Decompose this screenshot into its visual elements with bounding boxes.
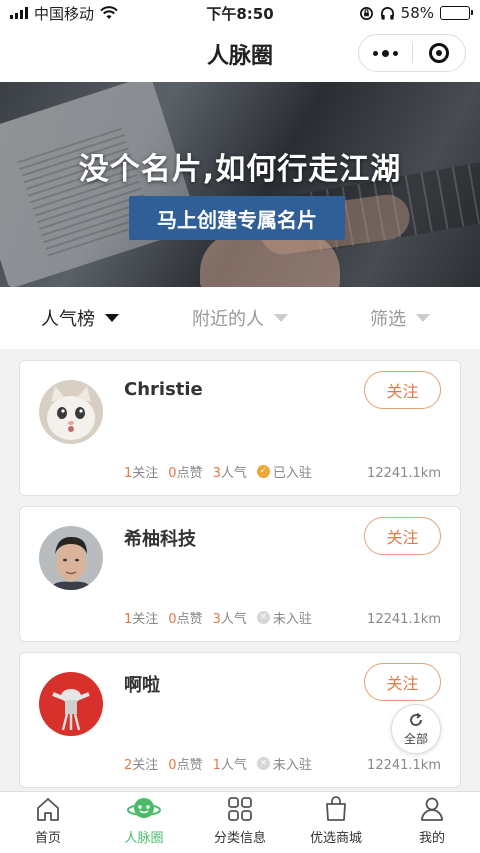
popularity-count: 3 [212,612,221,627]
signal-icon [10,7,28,19]
grid-icon [228,797,252,821]
filter-label: 筛选 [370,309,406,330]
follow-button[interactable]: 关注 [364,371,441,409]
tab-mall[interactable]: 优选商城 [288,792,384,853]
more-button[interactable] [359,35,412,71]
dropdown-triangle-icon [274,314,288,322]
tab-network[interactable]: 人脉圈 [96,792,192,853]
follow-button[interactable]: 关注 [364,517,441,555]
filter-bar: 人气榜 附近的人 筛选 [0,287,480,349]
likes-count: 0 [168,612,177,627]
status-badge: × 未入驻 [256,754,312,773]
show-all-label: 全部 [403,731,428,746]
promo-banner[interactable]: 没个名片,如何行走江湖 马上创建专属名片 [0,82,480,287]
status-bar: 中国移动 下午8:50 58% [0,0,480,26]
follow-button[interactable]: 关注 [364,663,441,701]
popularity-count: 1 [212,758,221,773]
tab-categories[interactable]: 分类信息 [192,792,288,853]
bag-icon [326,796,346,821]
contact-stats: 2关注 0点赞 1人气 × 未入驻 [124,754,312,773]
tab-label: 人脉圈 [124,831,164,846]
filter-label: 人气榜 [41,309,95,330]
tab-label: 优选商城 [309,831,362,846]
check-icon: ✓ [256,465,270,478]
carrier-label: 中国移动 [34,4,95,23]
filter-popularity[interactable]: 人气榜 [0,305,160,331]
banner-headline: 没个名片,如何行走江湖 [78,152,402,187]
rotation-lock-icon [359,6,373,20]
show-all-button[interactable]: 全部 [391,704,441,754]
create-card-button[interactable]: 马上创建专属名片 [129,196,345,240]
title-bar: 人脉圈 [0,26,480,82]
likes-count: 0 [168,758,177,773]
tab-label: 首页 [34,831,61,846]
target-icon [428,43,449,63]
popularity-count: 3 [212,466,221,481]
tab-label: 分类信息 [213,831,266,846]
contact-stats: 1关注 0点赞 3人气 ✓ 已入驻 [124,462,312,481]
headphones-icon [380,6,394,20]
list-item[interactable]: Christie 关注 1关注 0点赞 3人气 ✓ 已入驻 12241.1km [19,360,461,496]
tab-me[interactable]: 我的 [384,792,480,853]
figure-avatar [39,672,103,736]
likes-count: 0 [168,466,177,481]
home-icon [37,798,59,821]
status-badge: × 未入驻 [256,608,312,627]
tab-label: 我的 [418,831,445,846]
distance-label: 12241.1km [367,466,441,481]
refresh-icon [410,712,422,726]
dropdown-triangle-icon [416,314,430,322]
filter-screen[interactable]: 筛选 [320,305,480,331]
contact-name: 啊啦 [124,675,160,696]
planet-icon [127,798,161,818]
contact-stats: 1关注 0点赞 3人气 × 未入驻 [124,608,312,627]
man-avatar [39,526,103,590]
dropdown-triangle-icon [105,314,119,322]
user-icon [421,797,443,821]
contact-name: 希柚科技 [124,529,196,550]
unverified-icon: × [256,757,270,770]
filter-nearby[interactable]: 附近的人 [160,305,320,331]
close-button[interactable] [413,35,466,71]
distance-label: 12241.1km [367,758,441,773]
list-item[interactable]: 希柚科技 关注 1关注 0点赞 3人气 × 未入驻 12241.1km [19,506,461,642]
cat-avatar [39,380,103,444]
status-badge: ✓ 已入驻 [256,462,312,481]
wifi-icon [100,6,118,19]
distance-label: 12241.1km [367,612,441,627]
bottom-tab-bar: 首页 人脉圈 分类信息 优选商城 我的 [0,791,480,853]
tab-home[interactable]: 首页 [0,792,96,853]
battery-icon [440,6,473,20]
miniprogram-capsule [358,34,466,72]
filter-label: 附近的人 [192,309,264,330]
battery-percent: 58% [400,4,434,22]
contact-name: Christie [124,379,203,400]
unverified-icon: × [256,611,270,624]
